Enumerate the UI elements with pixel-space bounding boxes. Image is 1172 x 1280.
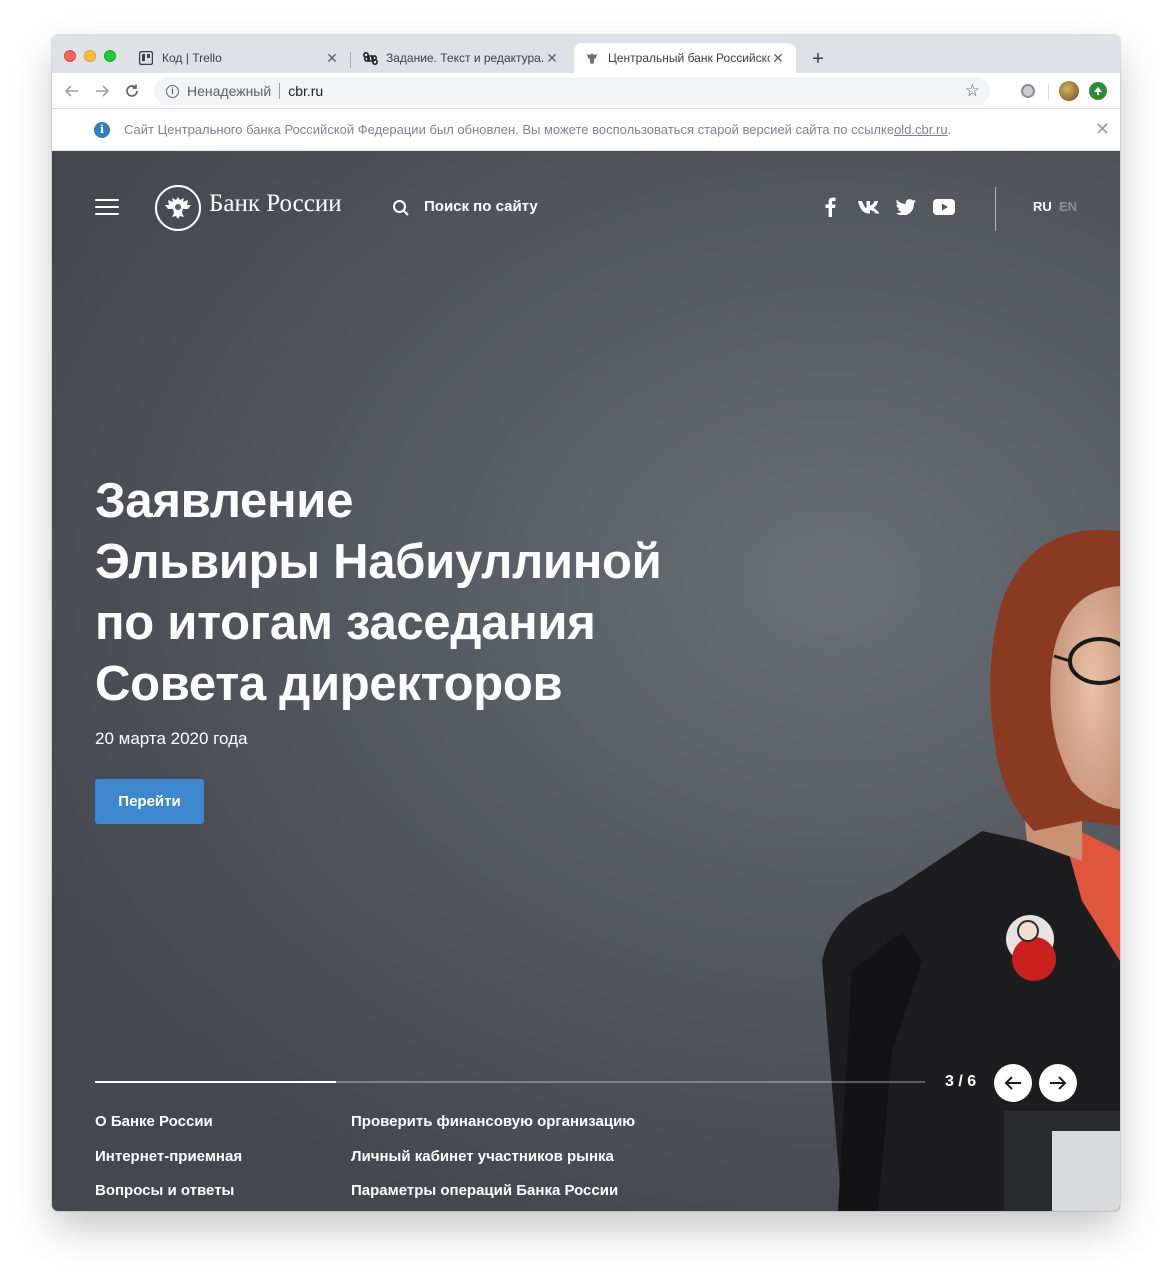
tab-title: Центральный банк Российской	[608, 51, 770, 65]
go-button[interactable]: Перейти	[95, 779, 204, 824]
browser-window: Код | Trello ✕ Задание. Текст и редактур…	[52, 35, 1120, 1211]
slide-date: 20 марта 2020 года	[95, 729, 248, 748]
bookmark-star-icon[interactable]: ☆	[965, 81, 980, 101]
menu-icon-line	[95, 199, 119, 201]
security-label: Ненадежный	[187, 83, 272, 99]
zoom-window-button[interactable]	[104, 50, 116, 62]
tab-close-button[interactable]: ✕	[324, 50, 340, 66]
headline-line: Эльвиры Набиуллиной	[95, 535, 662, 589]
info-icon[interactable]: i	[166, 84, 179, 98]
quick-link-reception[interactable]: Интернет-приемная	[95, 1148, 242, 1165]
lang-en-button[interactable]: EN	[1059, 199, 1077, 214]
command-icon	[362, 50, 378, 66]
hero-slider: Банк России Поиск по сайту RU EN Заявлен…	[52, 151, 1120, 1211]
vk-icon[interactable]	[856, 195, 882, 219]
notice-suffix: .	[947, 122, 952, 137]
arrow-left-icon	[1004, 1076, 1021, 1090]
tab-divider	[350, 52, 351, 68]
tab-strip: Код | Trello ✕ Задание. Текст и редактур…	[52, 35, 1120, 73]
quick-link-faq[interactable]: Вопросы и ответы	[95, 1182, 234, 1199]
facebook-icon[interactable]	[820, 195, 840, 219]
arrow-right-icon	[1050, 1076, 1067, 1090]
toolbar-divider	[1048, 83, 1049, 101]
arrow-left-icon	[64, 85, 78, 97]
new-tab-button[interactable]: +	[806, 47, 830, 71]
next-slide-button[interactable]	[1039, 1064, 1077, 1102]
tab-title: Задание. Текст и редактура. П	[386, 51, 544, 65]
site-update-notice: i Сайт Центрального банка Российской Фед…	[52, 109, 1120, 151]
menu-icon-line	[95, 213, 119, 215]
tab-trello[interactable]: Код | Trello ✕	[128, 43, 350, 73]
logo-text[interactable]: Банк России	[209, 190, 342, 218]
omnibox-divider	[279, 83, 281, 99]
tab-close-button[interactable]: ✕	[770, 50, 786, 66]
quick-link-cabinet[interactable]: Личный кабинет участников рынка	[351, 1148, 614, 1165]
back-button[interactable]	[60, 79, 84, 103]
slide-progress-bar	[95, 1081, 925, 1083]
reload-button[interactable]	[120, 79, 144, 103]
url-text[interactable]: cbr.ru	[288, 83, 323, 99]
lang-ru-button[interactable]: RU	[1033, 199, 1052, 214]
reload-icon	[126, 84, 138, 97]
search-icon[interactable]	[392, 199, 410, 217]
browser-toolbar: i Ненадежный cbr.ru ☆	[52, 73, 1120, 109]
tab-cbr[interactable]: Центральный банк Российской ✕	[574, 43, 796, 73]
headline-line: Заявление	[95, 474, 354, 528]
menu-button[interactable]	[95, 199, 119, 215]
tab-assignment[interactable]: Задание. Текст и редактура. П ✕	[352, 43, 570, 73]
close-notice-button[interactable]: ✕	[1095, 119, 1110, 140]
forward-button[interactable]	[90, 79, 114, 103]
slide-headline: Заявление Эльвиры Набиуллиной по итогам …	[95, 471, 735, 715]
minimize-window-button[interactable]	[84, 50, 96, 62]
close-window-button[interactable]	[64, 50, 76, 62]
prev-slide-button[interactable]	[994, 1064, 1032, 1102]
menu-icon-line	[95, 206, 119, 208]
youtube-icon[interactable]	[932, 195, 956, 219]
quick-link-check-org[interactable]: Проверить финансовую организацию	[351, 1113, 635, 1130]
tab-title: Код | Trello	[162, 51, 222, 65]
header-divider	[995, 187, 996, 231]
portrait-image	[822, 529, 1120, 1211]
cbr-eagle-icon	[584, 50, 600, 66]
quick-link-operations[interactable]: Параметры операций Банка России	[351, 1182, 618, 1199]
info-icon: i	[94, 121, 110, 138]
extension-icon[interactable]	[1089, 82, 1107, 100]
headline-line: Совета директоров	[95, 657, 563, 711]
tab-close-button[interactable]: ✕	[544, 50, 560, 66]
cbr-eagle-icon[interactable]	[155, 185, 201, 231]
slide-counter: 3 / 6	[945, 1073, 977, 1090]
slide-progress-fill	[95, 1081, 336, 1083]
notice-text: Сайт Центрального банка Российской Федер…	[124, 122, 895, 137]
quick-link-about[interactable]: О Банке России	[95, 1113, 213, 1130]
address-bar[interactable]: i Ненадежный cbr.ru ☆	[154, 77, 990, 105]
headline-line: по итогам заседания	[95, 596, 596, 650]
twitter-icon[interactable]	[895, 195, 917, 219]
old-site-link[interactable]: old.cbr.ru	[894, 122, 947, 137]
trello-icon	[138, 50, 154, 66]
arrow-right-icon	[96, 85, 110, 97]
extension-stack-icon[interactable]	[1018, 81, 1038, 101]
profile-avatar[interactable]	[1059, 81, 1079, 101]
search-link[interactable]: Поиск по сайту	[424, 198, 538, 215]
